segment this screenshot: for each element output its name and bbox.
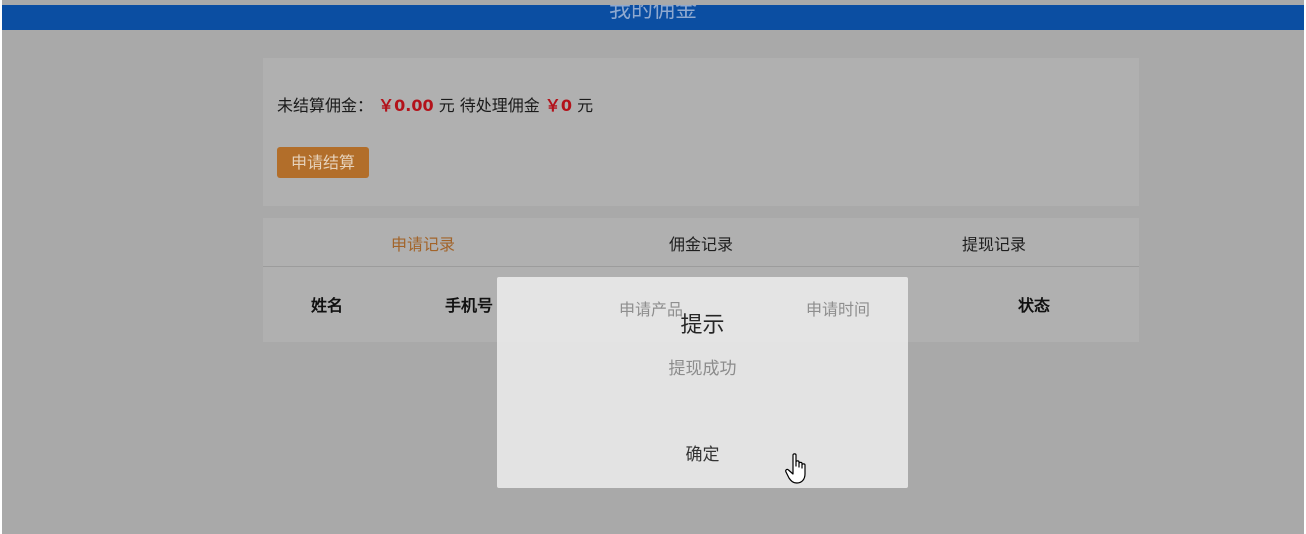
pending-amount: ￥0 bbox=[544, 96, 573, 115]
app-viewport: 我的佣金 未结算佣金： ￥0.00 元 待处理佣金 ￥0 元 申请结算 申请记录… bbox=[2, 0, 1304, 534]
alert-dialog: 申请产品 申请时间 提示 提现成功 确定 bbox=[497, 277, 908, 488]
dialog-confirm-button[interactable]: 确定 bbox=[497, 425, 908, 485]
pending-label: 待处理佣金 bbox=[459, 96, 540, 115]
pending-unit: 元 bbox=[577, 96, 594, 115]
unsettled-label: 未结算佣金： bbox=[277, 96, 374, 115]
unsettled-unit: 元 bbox=[438, 96, 455, 115]
records-tabs: 申请记录 佣金记录 提现记录 bbox=[263, 218, 1139, 267]
tab-apply-records[interactable]: 申请记录 bbox=[343, 218, 503, 267]
tab-commission-records[interactable]: 佣金记录 bbox=[621, 218, 781, 267]
dialog-message: 提现成功 bbox=[668, 359, 737, 379]
apply-settlement-button[interactable]: 申请结算 bbox=[277, 147, 369, 178]
column-header-name: 姓名 bbox=[310, 296, 343, 315]
unsettled-amount: ￥0.00 bbox=[378, 96, 434, 115]
commission-summary-line: 未结算佣金： ￥0.00 元 待处理佣金 ￥0 元 bbox=[277, 92, 593, 116]
top-header: 我的佣金 bbox=[2, 5, 1304, 30]
dialog-title: 提示 bbox=[680, 313, 725, 338]
hand-pointer-cursor-icon bbox=[785, 453, 806, 484]
column-header-status: 状态 bbox=[1017, 296, 1050, 315]
tab-withdraw-records[interactable]: 提现记录 bbox=[914, 218, 1074, 267]
commission-summary-card: 未结算佣金： ￥0.00 元 待处理佣金 ￥0 元 申请结算 bbox=[263, 58, 1139, 206]
page-title: 我的佣金 bbox=[608, 5, 697, 23]
